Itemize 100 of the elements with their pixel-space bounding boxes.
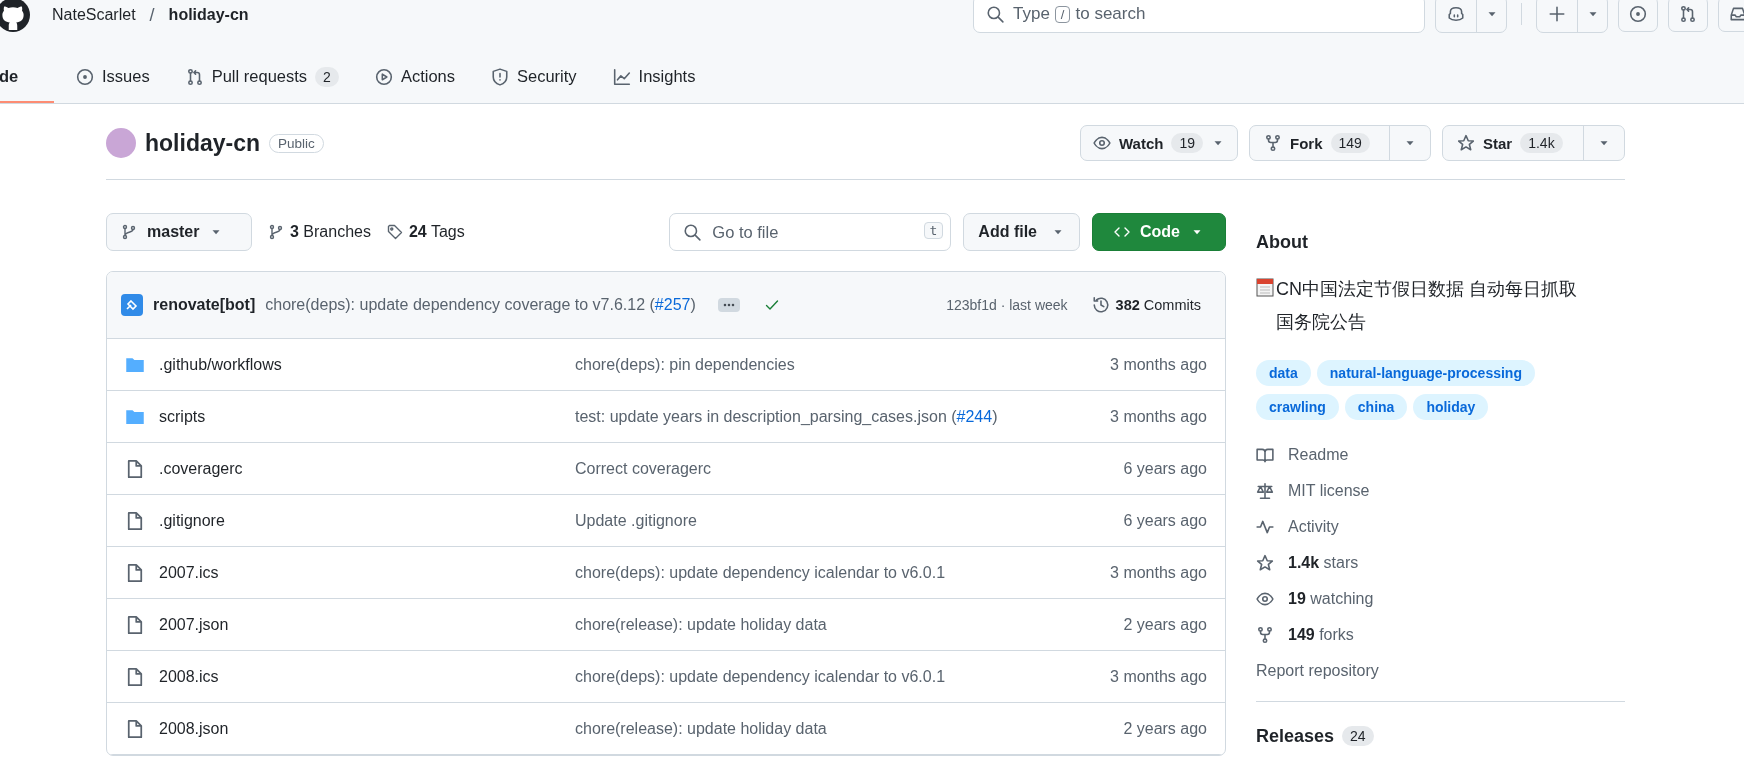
file-name[interactable]: 2007.ics xyxy=(159,563,219,582)
repo-action-button[interactable]: Watch 19 xyxy=(1080,126,1237,160)
commit-time: 3 months ago xyxy=(1110,355,1207,374)
nav-tab[interactable]: Actions xyxy=(360,66,469,103)
eye-icon xyxy=(1092,134,1111,152)
count-badge: 24 xyxy=(1342,726,1374,747)
commit-time: 3 months ago xyxy=(1110,667,1207,686)
commits-link[interactable]: 382 Commits xyxy=(1091,296,1201,314)
releases-heading[interactable]: Releases xyxy=(1256,725,1335,747)
fork-icon xyxy=(1264,134,1282,152)
avatar xyxy=(106,128,136,158)
commit-message[interactable]: test: update years in description_parsing_cases.json (#244) xyxy=(575,407,1111,426)
history-icon xyxy=(1091,296,1110,314)
repo-description: CN中国法定节假日数据 自动每日抓取国务院公告 xyxy=(1276,278,1578,335)
count-badge: 19 xyxy=(1171,133,1203,153)
owner-link[interactable]: NateScarlet xyxy=(52,6,136,24)
nav-tab[interactable]: Pull requests 2 xyxy=(171,66,353,103)
plus-icon xyxy=(1548,5,1566,23)
cat-logo-icon[interactable] xyxy=(0,0,30,32)
branch-button[interactable]: master xyxy=(106,213,252,251)
commit-message[interactable]: chore(release): update holiday data xyxy=(575,615,1124,634)
shortcut-key: / xyxy=(1054,5,1071,23)
commit-time: 2 years ago xyxy=(1123,615,1207,634)
file-name[interactable]: 2007.json xyxy=(159,615,229,634)
pull-request-icon xyxy=(185,67,204,86)
nav-tab[interactable]: Insights xyxy=(598,66,710,103)
issues-button[interactable] xyxy=(1618,0,1658,32)
commit-author[interactable]: renovate[bot] xyxy=(153,296,256,314)
file-name[interactable]: .gitignore xyxy=(159,511,225,530)
add-file-button[interactable]: Add file xyxy=(963,213,1080,251)
nav-tab[interactable]: Issues xyxy=(62,66,164,103)
about-heading: About xyxy=(1256,232,1309,253)
search-hint: to search xyxy=(1075,4,1146,24)
commit-message[interactable]: chore(deps): pin dependencies xyxy=(575,355,1111,374)
nav-tab[interactable]: de xyxy=(0,66,54,103)
about-link[interactable]: 1.4k stars xyxy=(1256,553,1625,572)
branch-icon xyxy=(121,224,137,240)
commit-message[interactable]: chore(release): update holiday data xyxy=(575,719,1124,738)
star-icon xyxy=(1256,553,1274,572)
play-icon xyxy=(374,67,393,86)
graph-icon xyxy=(612,67,631,86)
code-button[interactable]: Code xyxy=(1092,213,1226,251)
file-name[interactable]: 2008.json xyxy=(159,719,229,738)
about-link[interactable]: Activity xyxy=(1256,517,1625,536)
commit-time: 6 years ago xyxy=(1123,511,1207,530)
topic-tag[interactable]: holiday xyxy=(1413,393,1489,420)
branches-link[interactable]: 3 Branches xyxy=(268,223,371,241)
count-badge: 149 xyxy=(1330,133,1370,153)
file-icon xyxy=(125,458,145,479)
issue-icon xyxy=(1629,5,1647,23)
calendar-icon xyxy=(1256,277,1274,297)
about-link[interactable]: MIT license xyxy=(1256,481,1625,500)
topic-tag[interactable]: data xyxy=(1256,359,1311,386)
expand-button[interactable] xyxy=(717,298,740,312)
commit-time: 3 months ago xyxy=(1110,407,1207,426)
topic-tag[interactable]: crawling xyxy=(1256,393,1339,420)
search-hint: Type xyxy=(1013,4,1050,24)
path-separator: / xyxy=(149,4,155,26)
commit-time: 2 years ago xyxy=(1123,719,1207,738)
scales-icon xyxy=(1256,481,1274,500)
file-icon xyxy=(125,510,145,531)
topic-tag[interactable]: china xyxy=(1344,393,1408,420)
repo-link[interactable]: holiday-cn xyxy=(168,6,249,24)
file-icon xyxy=(125,718,145,739)
fork-icon xyxy=(1256,625,1274,644)
file-name[interactable]: .github/workflows xyxy=(159,355,282,374)
shield-icon xyxy=(491,67,509,86)
commit-message[interactable]: Update .gitignore xyxy=(575,511,1124,530)
bot-avatar-icon xyxy=(121,294,143,316)
about-link[interactable]: 149 forks xyxy=(1256,625,1625,644)
tags-link[interactable]: 24 Tags xyxy=(386,223,465,241)
commit-message[interactable]: chore(deps): update dependency icalendar to v6.0.1 xyxy=(575,563,1111,582)
robot-face-icon xyxy=(1447,5,1465,23)
pull-request-link[interactable]: #244 xyxy=(956,407,993,425)
tag-icon xyxy=(386,224,403,240)
pull-request-link[interactable]: #257 xyxy=(654,296,691,313)
commit-message[interactable]: chore(deps): update dependency icalendar to v6.0.1 xyxy=(575,667,1111,686)
commit-message: chore(deps): update dependency coverage to v7.6.12 (#257) xyxy=(265,296,696,314)
about-link[interactable]: Report repository xyxy=(1256,661,1625,680)
search-icon xyxy=(986,5,1004,23)
commit-hash-time[interactable]: 123bf1d · last week xyxy=(946,297,1068,313)
file-icon xyxy=(125,666,145,687)
file-icon xyxy=(125,562,145,583)
count-badge: 1.4k xyxy=(1520,133,1563,153)
pull-requests-button[interactable] xyxy=(1668,0,1708,32)
file-icon xyxy=(125,614,145,635)
inbox-icon xyxy=(1729,5,1744,23)
repo-title[interactable]: holiday-cn xyxy=(145,129,260,157)
nav-tab[interactable]: Security xyxy=(477,66,591,103)
commit-time: 3 months ago xyxy=(1110,563,1207,582)
file-name[interactable]: 2008.ics xyxy=(159,667,219,686)
search-icon xyxy=(683,223,702,241)
topic-tag[interactable]: natural-language-processing xyxy=(1316,359,1535,386)
file-name[interactable]: scripts xyxy=(159,407,206,426)
about-link[interactable]: 19 watching xyxy=(1256,589,1625,608)
commit-message[interactable]: Correct coveragerc xyxy=(575,459,1124,478)
about-link[interactable]: Readme xyxy=(1256,445,1625,464)
file-name[interactable]: .coveragerc xyxy=(159,459,243,478)
search-field[interactable]: Type / to search xyxy=(973,0,1425,33)
count-badge: 2 xyxy=(315,66,339,87)
